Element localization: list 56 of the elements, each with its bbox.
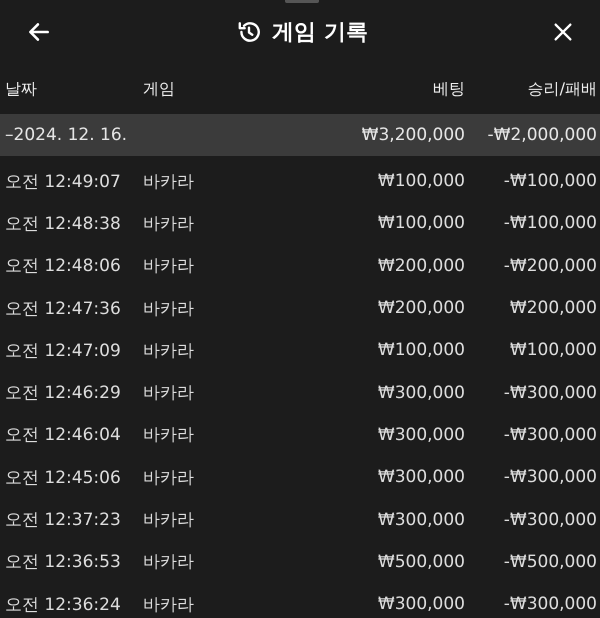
table-cell-text: 바카라: [143, 255, 195, 278]
table-cell-text: ₩200,000: [508, 298, 597, 318]
grab-handle[interactable]: [285, 0, 319, 3]
table-cell-text: 오전 12:47:36: [5, 298, 122, 320]
table-cell-text: 바카라: [143, 424, 195, 446]
history-icon: [236, 19, 262, 45]
group-date: –2024. 12. 16.: [5, 125, 128, 145]
table-cell-text: 바카라: [143, 551, 195, 574]
table-cell-text: 바카라: [143, 509, 195, 532]
table-cell-text: 바카라: [143, 170, 195, 193]
table-cell-text: ₩300,000: [376, 424, 465, 445]
table-cell-text: 오전 12:47:09: [5, 340, 122, 362]
table-cell-text: 오전 12:36:53: [5, 551, 122, 574]
table-cell-text: -₩100,000: [502, 213, 597, 234]
table-cell-text: ₩200,000: [376, 256, 465, 276]
total-bet: ₩3,200,000: [360, 125, 465, 145]
date-group-row[interactable]: –2024. 12. 16. ₩3,200,000 -₩2,000,000: [0, 114, 600, 156]
column-header: 승리/패배: [526, 78, 597, 100]
window-title: 게임 기록: [272, 19, 368, 47]
table-cell-text: ₩100,000: [376, 213, 465, 234]
table-cell-text: 오전 12:49:07: [5, 170, 122, 193]
total-result: -₩2,000,000: [486, 125, 597, 145]
table-cell-text: -₩300,000: [502, 510, 597, 530]
table-cell-text: 오전 12:48:06: [5, 255, 122, 278]
table-cell-text: ₩300,000: [376, 510, 465, 530]
table-cell-text: ₩300,000: [376, 594, 465, 614]
table-cell-text: -₩100,000: [502, 171, 597, 192]
table-cell-text: -₩500,000: [502, 552, 597, 572]
table-cell-text: ₩100,000: [376, 171, 465, 192]
table-cell-text: -₩200,000: [502, 256, 597, 276]
table-cell-text: ₩100,000: [508, 340, 597, 360]
table-cell-text: 바카라: [143, 382, 195, 404]
table-cell-text: -₩300,000: [502, 594, 597, 614]
table-cell-text: ₩300,000: [376, 382, 465, 403]
close-icon[interactable]: [552, 21, 574, 43]
table-cell-text: 바카라: [143, 466, 195, 489]
table-cell-text: 오전 12:46:29: [5, 382, 122, 404]
table-cell-text: ₩500,000: [376, 552, 465, 572]
table-cell-text: 오전 12:37:23: [5, 509, 122, 532]
table-cell-text: 오전 12:45:06: [5, 466, 122, 489]
table-cell-text: -₩300,000: [502, 382, 597, 403]
table-cell-text: 오전 12:48:38: [5, 212, 122, 235]
table-cell-text: 바카라: [143, 298, 195, 320]
table-cell-text: ₩100,000: [376, 340, 465, 360]
column-header: 날짜: [5, 78, 38, 100]
table-cell-text: 오전 12:46:04: [5, 424, 122, 446]
table-cell-text: 바카라: [143, 340, 195, 362]
table-cell-text: ₩300,000: [376, 467, 465, 488]
table-cell-text: 바카라: [143, 594, 195, 616]
table-cell-text: ₩200,000: [376, 298, 465, 318]
table-cell-text: -₩300,000: [502, 467, 597, 488]
table-cell-text: 바카라: [143, 212, 195, 235]
column-header: 게임: [143, 78, 176, 100]
column-header: 베팅: [432, 78, 465, 100]
table-cell-text: -₩300,000: [502, 424, 597, 445]
table-cell-text: 오전 12:36:24: [5, 594, 122, 616]
